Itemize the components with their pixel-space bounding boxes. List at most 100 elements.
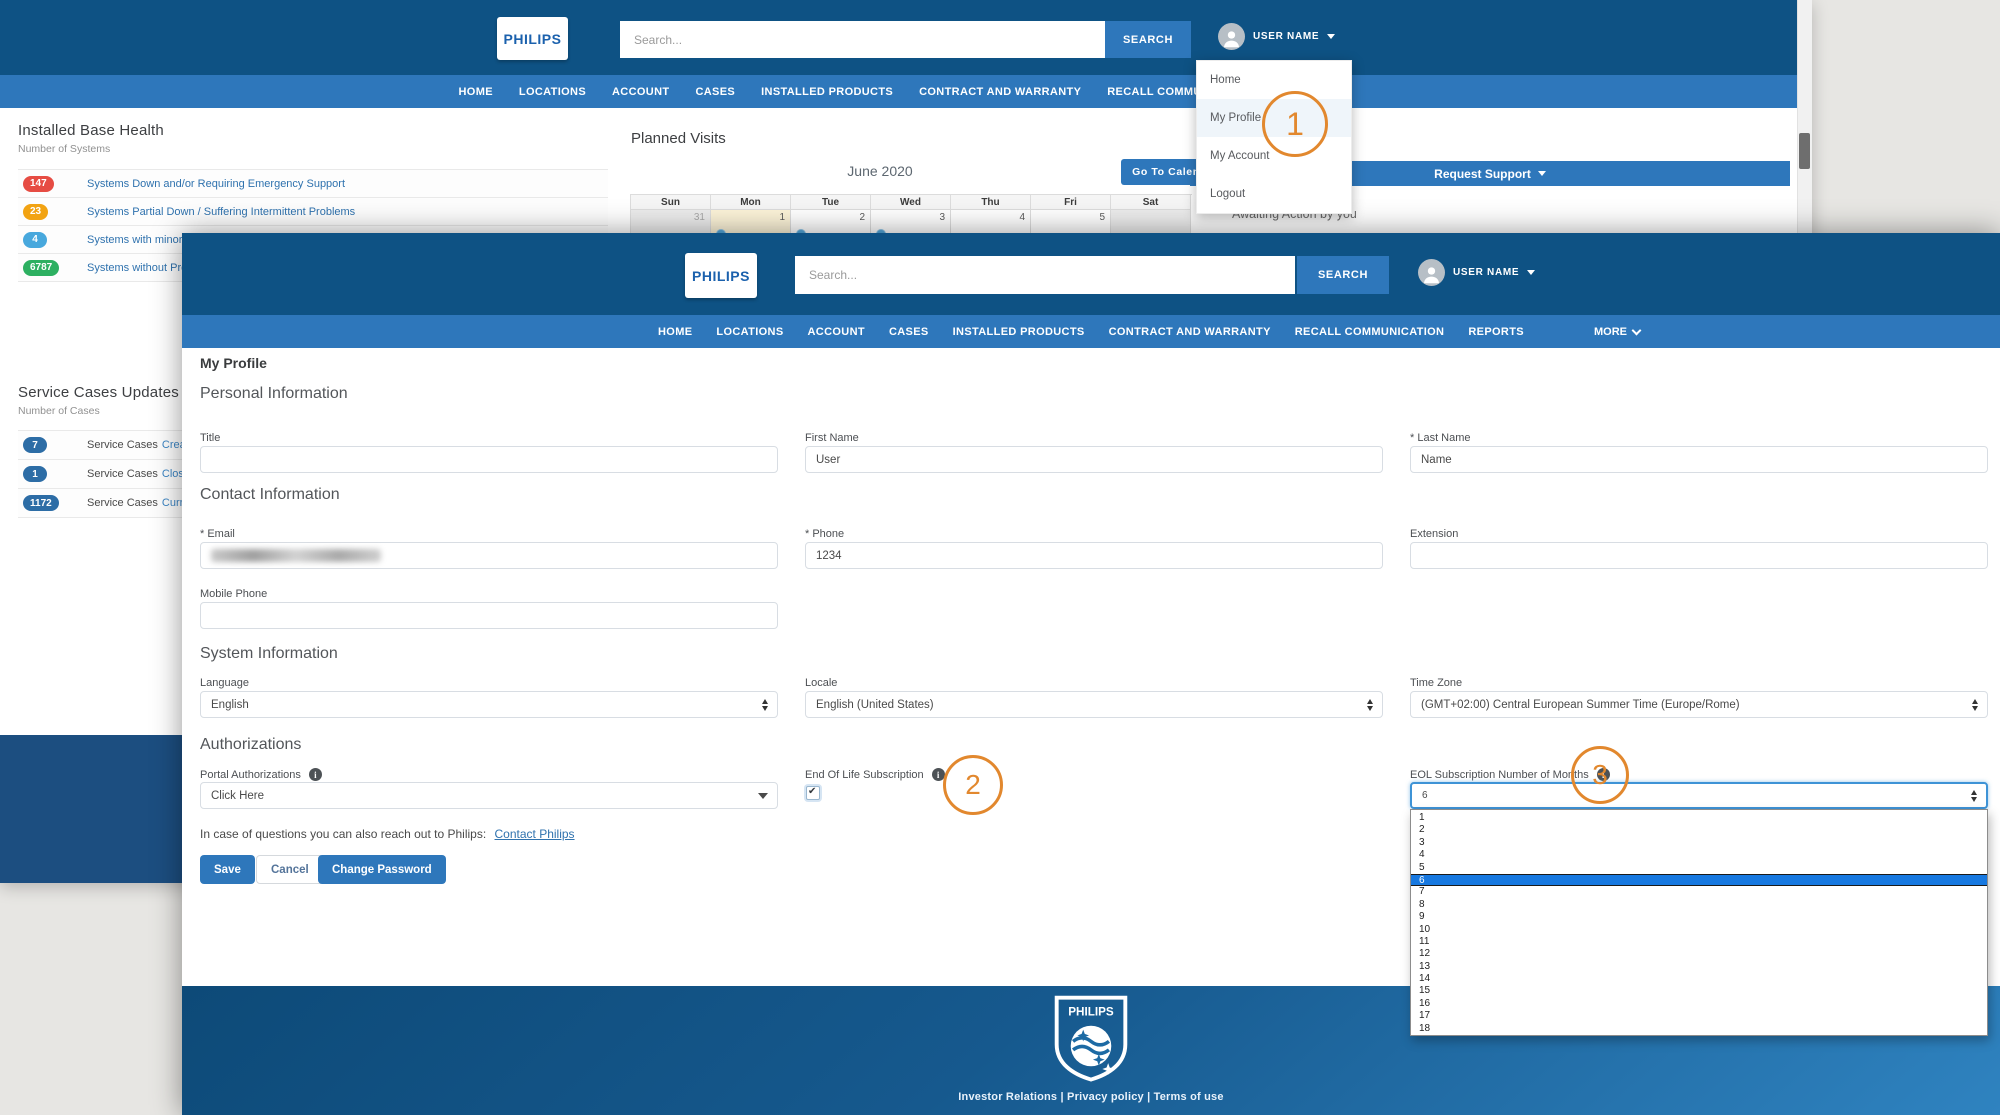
field-label-time-zone: Time Zone <box>1410 677 1462 689</box>
last-name-input[interactable] <box>1410 446 1988 473</box>
chevron-down-icon <box>1538 171 1546 176</box>
calendar-day-header: Tue <box>791 195 871 210</box>
search-input[interactable] <box>795 256 1295 294</box>
dropdown-option[interactable]: 18 <box>1411 1023 1987 1035</box>
ibh-row[interactable]: 147 Systems Down and/or Requiring Emerge… <box>18 170 608 198</box>
nav-item[interactable]: CASES <box>889 326 929 338</box>
ibh-row[interactable]: 23 Systems Partial Down / Suffering Inte… <box>18 198 608 226</box>
annotation-step-3: 3 <box>1571 746 1629 804</box>
dropdown-option[interactable]: 3 <box>1411 837 1987 849</box>
nav-item[interactable]: HOME <box>658 326 692 338</box>
dropdown-option[interactable]: 1 <box>1411 812 1987 824</box>
footer-link[interactable]: Privacy policy <box>1067 1091 1154 1103</box>
philips-logo: PHILIPS <box>685 253 757 298</box>
count-badge: 23 <box>23 204 48 220</box>
cancel-button[interactable]: Cancel <box>256 855 324 884</box>
nav-item[interactable]: CONTRACT AND WARRANTY <box>919 86 1081 98</box>
user-menu-trigger[interactable]: USER NAME <box>1218 23 1335 50</box>
date-number: 3 <box>939 212 945 223</box>
search-button[interactable]: SEARCH <box>1297 256 1389 294</box>
extension-input[interactable] <box>1410 542 1988 569</box>
email-field[interactable] <box>200 542 778 569</box>
dropdown-option[interactable]: 11 <box>1411 936 1987 948</box>
select-spinner-icon <box>1971 790 1977 802</box>
bg-main-nav: HOME LOCATIONS ACCOUNT CASES INSTALLED PRODU… <box>0 75 1797 108</box>
bg-top-header: PHILIPS SEARCH USER NAME <box>0 0 1797 75</box>
nav-item-more[interactable]: MORE <box>1594 315 1640 348</box>
first-name-input[interactable] <box>805 446 1383 473</box>
nav-item[interactable]: LOCATIONS <box>716 326 783 338</box>
dropdown-option[interactable]: 7 <box>1411 886 1987 898</box>
time-zone-select[interactable]: (GMT+02:00) Central European Summer Time… <box>1410 691 1988 718</box>
language-select[interactable]: English <box>200 691 778 718</box>
footer-link[interactable]: Investor Relations <box>958 1091 1067 1103</box>
mobile-phone-input[interactable] <box>200 602 778 629</box>
menu-item-home[interactable]: Home <box>1197 61 1351 99</box>
date-number: 4 <box>1019 212 1025 223</box>
field-label-portal-authorizations: Portal Authorizations <box>200 768 322 781</box>
dropdown-option[interactable]: 2 <box>1411 824 1987 836</box>
dropdown-option[interactable]: 5 <box>1411 862 1987 874</box>
change-password-button[interactable]: Change Password <box>318 855 446 884</box>
nav-item[interactable]: INSTALLED PRODUCTS <box>953 326 1085 338</box>
dropdown-option[interactable]: 10 <box>1411 924 1987 936</box>
calendar-day-header: Sat <box>1111 195 1191 210</box>
phone-input[interactable] <box>805 542 1383 569</box>
locale-select[interactable]: English (United States) <box>805 691 1383 718</box>
dropdown-option[interactable]: 6 <box>1411 874 1987 886</box>
eol-months-dropdown: 123456789101112131415161718 <box>1410 809 1988 1036</box>
dropdown-option[interactable]: 12 <box>1411 948 1987 960</box>
dropdown-option[interactable]: 13 <box>1411 961 1987 973</box>
field-label-last-name: * Last Name <box>1410 432 1471 444</box>
dropdown-option[interactable]: 16 <box>1411 998 1987 1010</box>
field-label-email: * Email <box>200 528 235 540</box>
dropdown-option[interactable]: 4 <box>1411 849 1987 861</box>
language-value: English <box>211 699 249 711</box>
ibh-row-label[interactable]: Systems Partial Down / Suffering Intermi… <box>87 206 355 218</box>
title-input[interactable] <box>200 446 778 473</box>
nav-item[interactable]: CASES <box>695 86 735 98</box>
field-label-language: Language <box>200 677 249 689</box>
user-menu-trigger[interactable]: USER NAME <box>1418 259 1535 286</box>
avatar-icon <box>1418 259 1445 286</box>
nav-item[interactable]: CONTRACT AND WARRANTY <box>1109 326 1271 338</box>
locale-value: English (United States) <box>816 699 934 711</box>
footer-link[interactable]: Terms of use <box>1154 1091 1224 1103</box>
dropdown-option[interactable]: 8 <box>1411 899 1987 911</box>
dropdown-option[interactable]: 17 <box>1411 1010 1987 1022</box>
section-contact-information: Contact Information <box>200 486 340 504</box>
annotation-step-2: 2 <box>943 755 1003 815</box>
contact-philips-link[interactable]: Contact Philips <box>495 827 575 841</box>
portal-authorizations-select[interactable]: Click Here <box>200 782 778 809</box>
section-personal-information: Personal Information <box>200 385 348 403</box>
scrollbar-handle[interactable] <box>1799 133 1810 169</box>
nav-item[interactable]: ACCOUNT <box>808 326 865 338</box>
save-button[interactable]: Save <box>200 855 255 884</box>
menu-item-logout[interactable]: Logout <box>1197 175 1351 213</box>
nav-item[interactable]: RECALL COMMUNICATION <box>1295 326 1445 338</box>
ibh-row-label[interactable]: Systems Down and/or Requiring Emergency … <box>87 178 345 190</box>
dropdown-option[interactable]: 14 <box>1411 973 1987 985</box>
foreground-window-my-profile: PHILIPS SEARCH USER NAME HOME LOCATIONS AC… <box>182 233 2000 1115</box>
eol-subscription-checkbox[interactable] <box>806 786 820 800</box>
page-title: My Profile <box>200 355 267 371</box>
eol-months-select[interactable]: 6 <box>1410 782 1988 809</box>
dropdown-option[interactable]: 9 <box>1411 911 1987 923</box>
nav-item[interactable]: HOME <box>459 86 493 98</box>
count-badge: 6787 <box>23 260 59 276</box>
request-support-label: Request Support <box>1434 167 1531 181</box>
info-icon[interactable] <box>309 768 322 781</box>
planned-visits-title: Planned Visits <box>631 130 726 147</box>
eol-months-value: 6 <box>1422 790 1428 801</box>
field-label-locale: Locale <box>805 677 837 689</box>
nav-item[interactable]: LOCATIONS <box>519 86 586 98</box>
date-number: 31 <box>694 212 705 223</box>
nav-item[interactable]: INSTALLED PRODUCTS <box>761 86 893 98</box>
contact-note: In case of questions you can also reach … <box>200 827 575 841</box>
search-input[interactable] <box>620 21 1105 58</box>
calendar-day-header: Thu <box>951 195 1031 210</box>
nav-item[interactable]: ACCOUNT <box>612 86 669 98</box>
nav-item[interactable]: REPORTS <box>1468 326 1524 338</box>
search-button[interactable]: SEARCH <box>1105 21 1191 58</box>
dropdown-option[interactable]: 15 <box>1411 985 1987 997</box>
